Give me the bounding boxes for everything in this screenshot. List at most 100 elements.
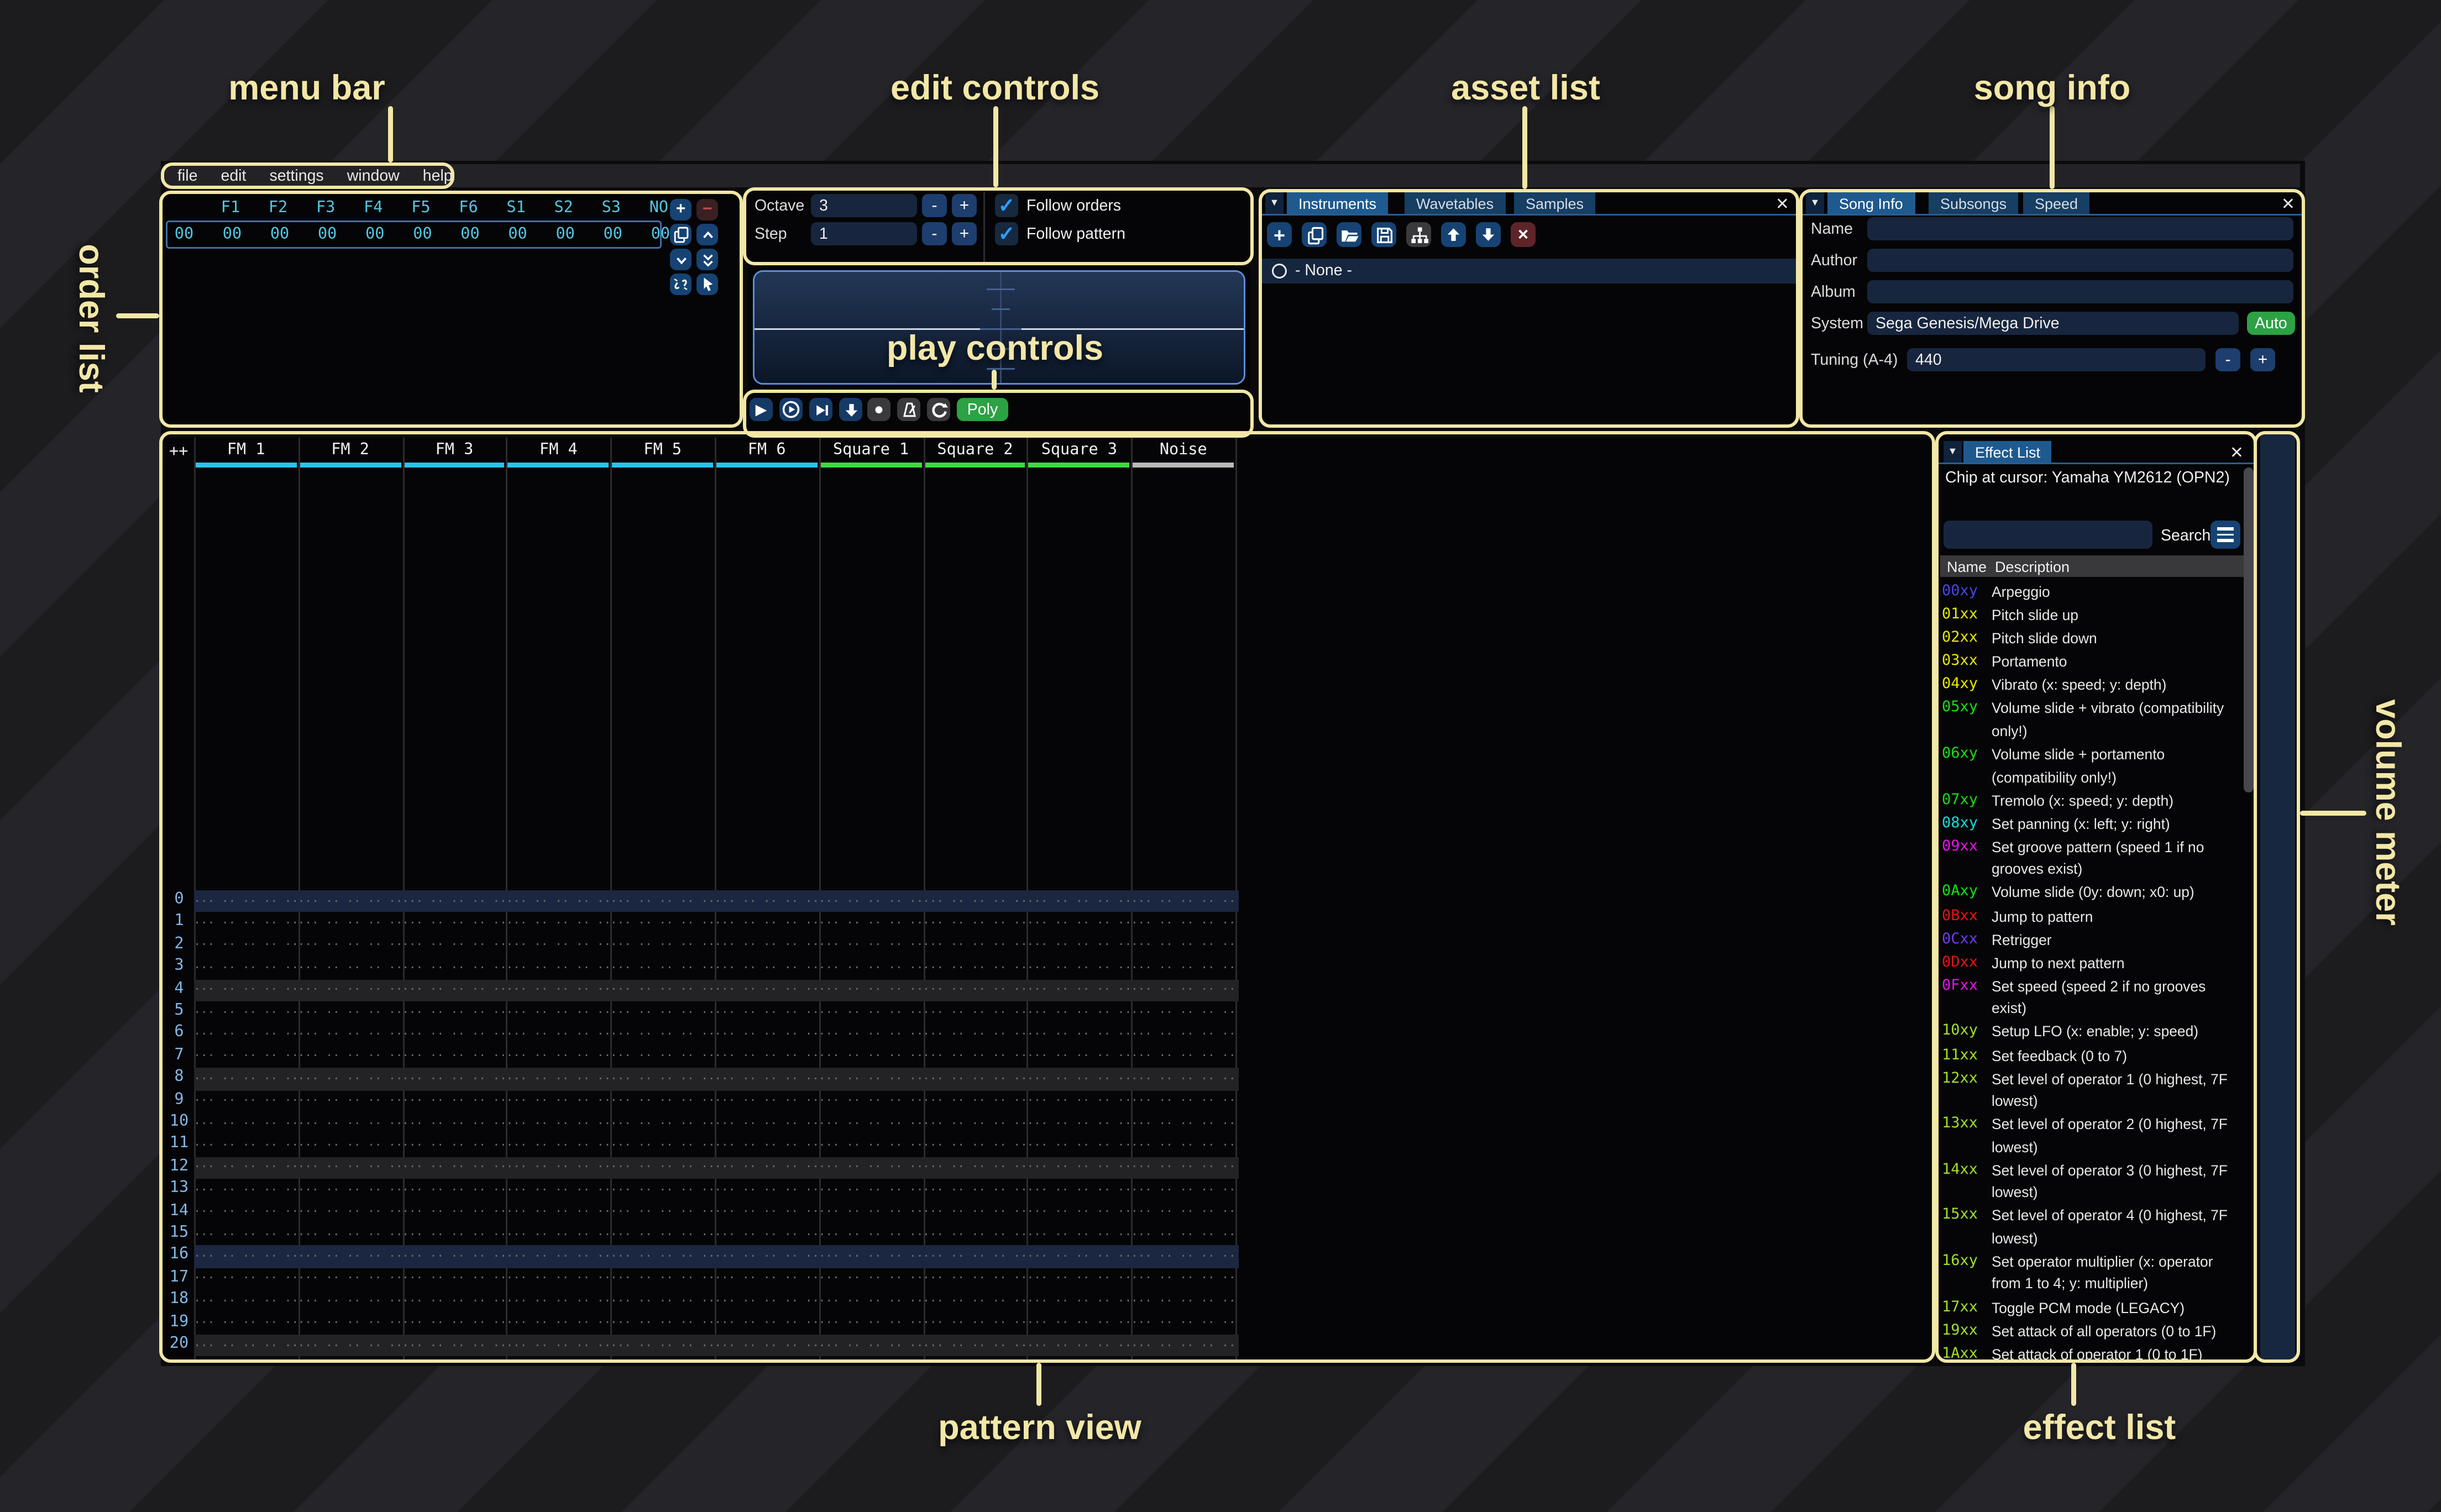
pattern-cell[interactable]: ··· ·· ·· ·· ·· (1027, 1157, 1131, 1179)
pattern-cell[interactable]: ··· ·· ·· ·· ·· (819, 1268, 923, 1290)
pattern-cell[interactable]: ··· ·· ·· ·· ·· (298, 1201, 402, 1224)
pattern-cell[interactable]: ··· ·· ·· ·· ·· (506, 1201, 610, 1224)
pattern-cell[interactable]: ··· ·· ·· ·· ·· (819, 1001, 923, 1023)
tab-subsongs[interactable]: Subsongs (1929, 192, 2018, 214)
pattern-cell[interactable]: ··· ·· ·· ·· ·· (715, 1023, 819, 1046)
pattern-cell[interactable]: ··· ·· ·· ·· ·· (611, 1335, 715, 1357)
pattern-cell[interactable]: ··· ·· ·· ·· ·· (1027, 1201, 1131, 1224)
pattern-cell[interactable]: ··· ·· ·· ·· ·· (1027, 912, 1131, 935)
pattern-cell[interactable]: ··· ·· ·· ·· ·· (923, 1090, 1027, 1112)
pattern-cell[interactable]: ··· ·· ·· ·· ·· (923, 1313, 1027, 1335)
octave-increment-button[interactable]: + (952, 194, 977, 217)
pattern-cell[interactable]: ··· ·· ·· ·· ·· (819, 1157, 923, 1179)
pattern-view-panel[interactable]: ++ FM 1FM 2FM 3FM 4FM 5FM 6Square 1Squar… (164, 438, 1932, 1359)
order-column-S1[interactable]: S1 (500, 199, 533, 217)
pattern-cell[interactable]: ··· ·· ·· ·· ·· (819, 1335, 923, 1357)
pattern-cell[interactable]: ··· ·· ·· ·· ·· (298, 957, 402, 979)
pattern-cell[interactable]: ··· ·· ·· ·· ·· (402, 1046, 506, 1068)
pattern-cell[interactable]: ··· ·· ·· ·· ·· (402, 979, 506, 1001)
pattern-cell[interactable]: ··· ·· ·· ·· ·· (1132, 1313, 1235, 1335)
pattern-row[interactable]: 17··· ·· ·· ·· ····· ·· ·· ·· ····· ·· ·… (164, 1268, 1932, 1290)
tuning-input[interactable]: 440 (1907, 348, 2206, 371)
order-column-S3[interactable]: S3 (595, 199, 628, 217)
menu-item-settings[interactable]: settings (269, 167, 323, 185)
pattern-cell[interactable]: ··· ·· ·· ·· ·· (194, 1201, 298, 1224)
pattern-cell[interactable]: ··· ·· ·· ·· ·· (506, 957, 610, 979)
pattern-cell[interactable]: ··· ·· ·· ·· ·· (298, 1046, 402, 1068)
pattern-cell[interactable]: ··· ·· ·· ·· ·· (819, 1068, 923, 1090)
order-column-F1[interactable]: F1 (214, 199, 247, 217)
pattern-row[interactable]: 0··· ·· ·· ·· ····· ·· ·· ·· ····· ·· ··… (164, 890, 1932, 912)
pattern-cell[interactable]: ··· ·· ·· ·· ·· (1027, 1335, 1131, 1357)
pattern-row[interactable]: 14··· ·· ·· ·· ····· ·· ·· ·· ····· ·· ·… (164, 1201, 1932, 1224)
channel-header-fm-3[interactable]: FM 3 (402, 441, 506, 459)
pattern-cell[interactable]: ··· ·· ·· ·· ·· (1132, 1023, 1235, 1046)
pattern-cell[interactable]: ··· ·· ·· ·· ·· (402, 1135, 506, 1157)
pattern-cell[interactable]: ··· ·· ·· ·· ·· (923, 1135, 1027, 1157)
pattern-cell[interactable]: ··· ·· ·· ·· ·· (819, 890, 923, 912)
pattern-cell[interactable]: ··· ·· ·· ·· ·· (923, 1179, 1027, 1201)
pattern-cell[interactable]: ··· ·· ·· ·· ·· (611, 1179, 715, 1201)
pattern-cell[interactable]: ··· ·· ·· ·· ·· (194, 1335, 298, 1357)
pattern-cell[interactable]: ··· ·· ·· ·· ·· (194, 1246, 298, 1268)
pattern-cell[interactable]: ··· ·· ·· ·· ·· (1027, 1290, 1131, 1313)
pattern-cell[interactable]: ··· ·· ·· ·· ·· (298, 1313, 402, 1335)
order-duplicate-to-end-button[interactable] (696, 249, 718, 270)
pattern-cell[interactable]: ··· ·· ·· ·· ·· (298, 1157, 402, 1179)
tab-song-info[interactable]: Song Info (1827, 192, 1915, 214)
channel-header-fm-1[interactable]: FM 1 (194, 441, 298, 459)
pattern-cell[interactable]: ··· ·· ·· ·· ·· (1027, 1268, 1131, 1290)
pattern-cell[interactable]: ··· ·· ·· ·· ·· (715, 912, 819, 935)
pattern-cell[interactable]: ··· ·· ·· ·· ·· (715, 1335, 819, 1357)
asset-duplicate-button[interactable] (1302, 222, 1327, 247)
pattern-row[interactable]: 3··· ·· ·· ·· ····· ·· ·· ·· ····· ·· ··… (164, 957, 1932, 979)
pattern-cell[interactable]: ··· ·· ·· ·· ·· (194, 1023, 298, 1046)
pattern-cell[interactable]: ··· ·· ·· ·· ·· (402, 1290, 506, 1313)
poly-button[interactable]: Poly (957, 398, 1008, 421)
pattern-row[interactable]: 11··· ·· ·· ·· ····· ·· ·· ·· ····· ·· ·… (164, 1135, 1932, 1157)
pattern-cell[interactable]: ··· ·· ·· ·· ·· (298, 1135, 402, 1157)
pattern-cell[interactable]: ··· ·· ·· ·· ·· (298, 1246, 402, 1268)
pattern-cell[interactable]: ··· ·· ·· ·· ·· (298, 935, 402, 957)
order-column-F4[interactable]: F4 (357, 199, 390, 217)
pattern-cell[interactable]: ··· ·· ·· ·· ·· (715, 1001, 819, 1023)
pattern-row[interactable]: 19··· ·· ·· ·· ····· ·· ·· ·· ····· ·· ·… (164, 1313, 1932, 1335)
pattern-row[interactable]: 16··· ·· ·· ·· ····· ·· ·· ·· ····· ·· ·… (164, 1246, 1932, 1268)
pattern-cell[interactable]: ··· ·· ·· ·· ·· (402, 1201, 506, 1224)
pattern-row[interactable]: 10··· ·· ·· ·· ····· ·· ·· ·· ····· ·· ·… (164, 1112, 1932, 1135)
pattern-cell[interactable]: ··· ·· ·· ·· ·· (298, 1090, 402, 1112)
effect-row[interactable]: 13xxSet level of operator 2 (0 highest, … (1942, 1115, 2247, 1159)
pattern-cell[interactable]: ··· ·· ·· ·· ·· (1132, 1001, 1235, 1023)
pattern-cell[interactable]: ··· ·· ·· ·· ·· (715, 1290, 819, 1313)
pattern-cell[interactable]: ··· ·· ·· ·· ·· (1027, 1224, 1131, 1246)
effect-row[interactable]: 00xyArpeggio (1942, 582, 2247, 605)
order-edit-mode-button[interactable] (696, 274, 718, 295)
channel-header-square-1[interactable]: Square 1 (819, 441, 923, 459)
order-cell[interactable]: 00 (596, 225, 630, 243)
effect-list-scrollbar[interactable] (2244, 468, 2254, 792)
pattern-cell[interactable]: ··· ·· ·· ·· ·· (506, 1313, 610, 1335)
pattern-cell[interactable]: ··· ·· ·· ·· ·· (194, 1046, 298, 1068)
pattern-cell[interactable]: ··· ·· ·· ·· ·· (1027, 1313, 1131, 1335)
pattern-cell[interactable]: ··· ·· ·· ·· ·· (194, 890, 298, 912)
menu-item-window[interactable]: window (347, 167, 400, 185)
pattern-cell[interactable]: ··· ·· ·· ·· ·· (923, 912, 1027, 935)
effect-row[interactable]: 08xySet panning (x: left; y: right) (1942, 813, 2247, 836)
pattern-cell[interactable]: ··· ·· ·· ·· ·· (1132, 979, 1235, 1001)
pattern-row[interactable]: 18··· ·· ·· ·· ····· ·· ·· ·· ····· ·· ·… (164, 1290, 1932, 1313)
pattern-row[interactable]: 6··· ·· ·· ·· ····· ·· ·· ·· ····· ·· ··… (164, 1023, 1932, 1046)
pattern-cell[interactable]: ··· ·· ·· ·· ·· (1132, 1224, 1235, 1246)
pattern-cell[interactable]: ··· ·· ·· ·· ·· (819, 1246, 923, 1268)
pattern-row[interactable]: 12··· ·· ·· ·· ····· ·· ·· ·· ····· ·· ·… (164, 1157, 1932, 1179)
pattern-cell[interactable]: ··· ·· ·· ·· ·· (298, 1179, 402, 1201)
pattern-cell[interactable]: ··· ·· ·· ·· ·· (923, 979, 1027, 1001)
follow-pattern-checkbox[interactable]: ✓ (995, 222, 1018, 245)
order-change-all-button[interactable] (670, 274, 692, 295)
pattern-cell[interactable]: ··· ·· ·· ·· ·· (402, 1112, 506, 1135)
step-input[interactable]: 1 (811, 222, 917, 245)
order-row-selected[interactable]: 0000000000000000000000 (166, 221, 662, 249)
effect-row[interactable]: 1AxxSet attack of operator 1 (0 to 1F) (1942, 1344, 2247, 1361)
pattern-row[interactable]: 8··· ·· ·· ·· ····· ·· ·· ·· ····· ·· ··… (164, 1068, 1932, 1090)
pattern-cell[interactable]: ··· ·· ·· ·· ·· (611, 890, 715, 912)
pattern-cell[interactable]: ··· ·· ·· ·· ·· (1132, 1179, 1235, 1201)
